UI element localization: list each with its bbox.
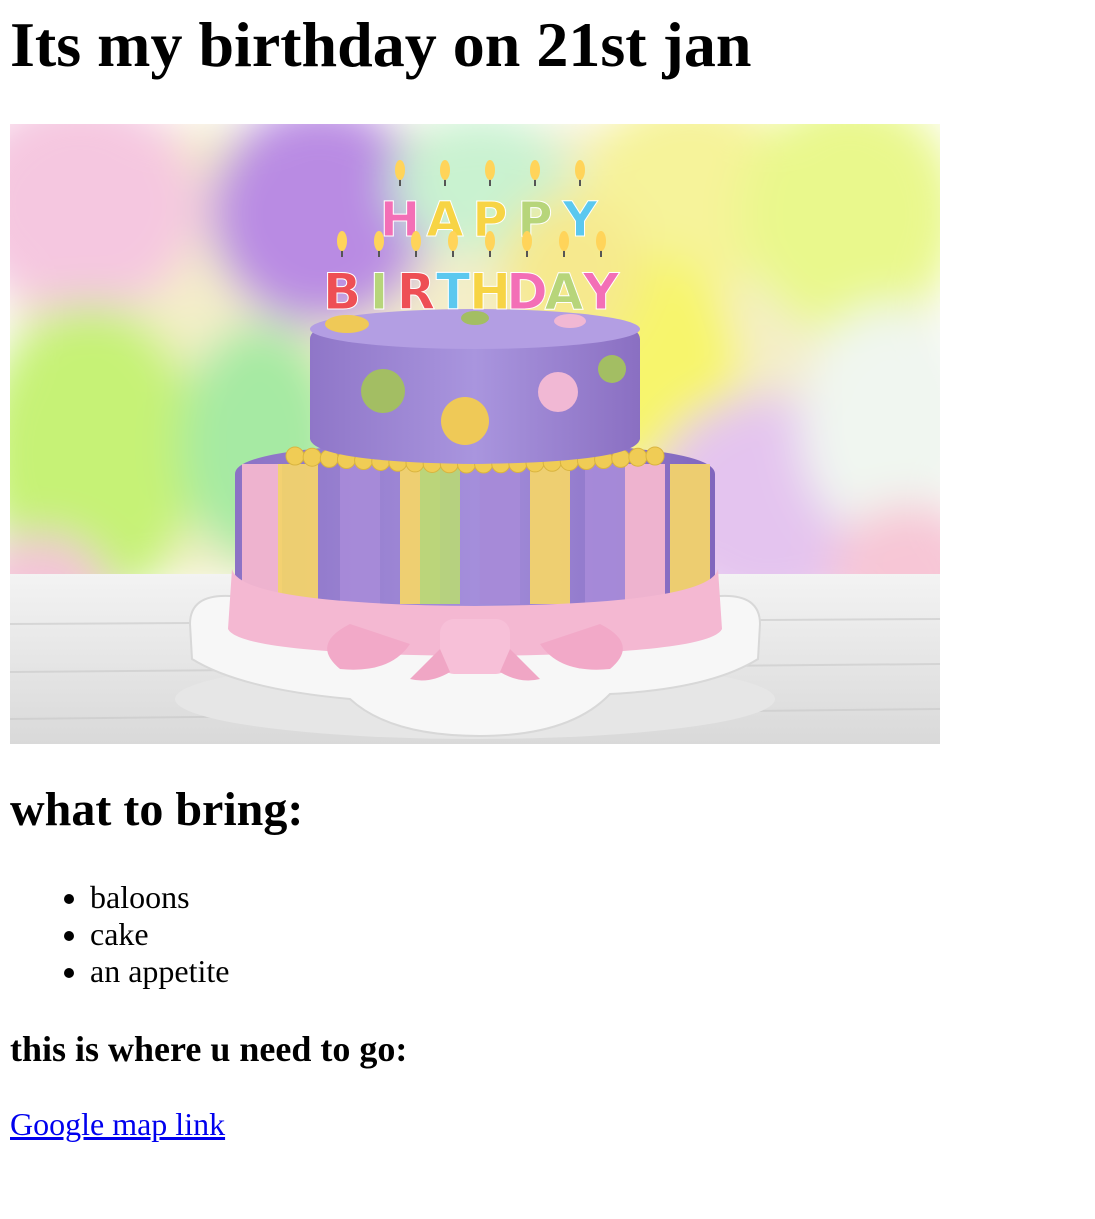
page: Its my birthday on 21st jan H A P P Y B … [0, 0, 1095, 1219]
bring-list: baloons cake an appetite [50, 879, 229, 990]
list-item: an appetite [90, 953, 229, 990]
where-heading: this is where u need to go: [10, 1029, 408, 1069]
candle-flame [522, 231, 532, 251]
cake-stripe [480, 464, 520, 604]
candle-flame [596, 231, 606, 251]
cake-stripe [625, 464, 665, 604]
candle-letter: A [426, 192, 463, 248]
candle-flame [440, 160, 450, 180]
decoration-dot [361, 369, 405, 413]
candle-flame [448, 231, 458, 251]
top-tier [310, 309, 640, 464]
candle-flame [337, 231, 347, 251]
birthday-cake-image: HAPPYBIRTHDAY [10, 124, 940, 744]
candle-flame [530, 160, 540, 180]
candle-letter: Y [582, 263, 620, 321]
bring-heading: what to bring: [10, 783, 304, 836]
candle-flame [374, 231, 384, 251]
cake-stripe [340, 464, 380, 604]
bead [302, 447, 322, 467]
cake-stripe [585, 464, 625, 604]
cake-stripe [530, 464, 570, 604]
decoration-dot [538, 372, 578, 412]
cake-stripe [420, 464, 460, 604]
bottom-tier [228, 442, 722, 681]
cake-stripe [242, 464, 282, 604]
candle-flame [395, 160, 405, 180]
list-item: cake [90, 916, 229, 953]
candle-letter: B [323, 263, 361, 321]
candle-letter: I [370, 263, 389, 321]
candle-letter: A [545, 263, 584, 321]
google-map-link[interactable]: Google map link [10, 1104, 225, 1144]
decoration-dot [598, 355, 626, 383]
decoration-dot [441, 397, 489, 445]
candle-flame [485, 160, 495, 180]
candle-flame [411, 231, 421, 251]
bead [645, 446, 665, 466]
bead [285, 446, 305, 466]
candle-flame [559, 231, 569, 251]
bead [628, 447, 648, 467]
candle-letter: D [506, 263, 548, 321]
page-title: Its my birthday on 21st jan [10, 9, 752, 80]
candle-letter: R [397, 263, 436, 321]
cake-stripe [278, 464, 318, 604]
list-item: baloons [90, 879, 229, 916]
candle-letter: H [469, 263, 511, 321]
candle-flame [575, 160, 585, 180]
candle-letter: T [436, 263, 470, 321]
candle-flame [485, 231, 495, 251]
